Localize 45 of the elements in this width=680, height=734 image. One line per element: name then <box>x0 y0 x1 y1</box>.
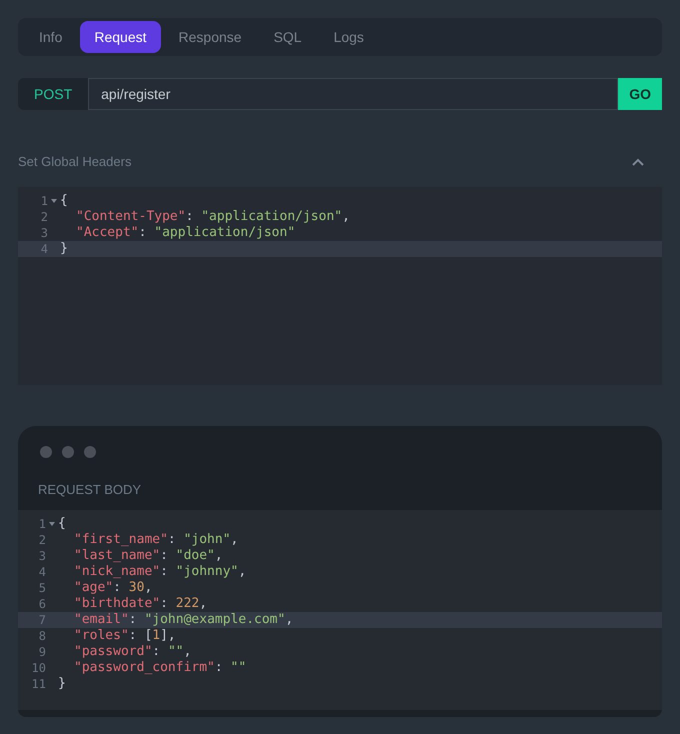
line-number: 2 <box>40 209 48 225</box>
method-label[interactable]: POST <box>18 78 88 110</box>
fold-caret-icon[interactable] <box>51 199 57 203</box>
line-number: 6 <box>38 596 46 612</box>
code-line: "age": 30, <box>73 580 152 596</box>
section-title: REQUEST BODY <box>37 481 142 499</box>
chevron-icon[interactable] <box>632 158 644 166</box>
line-number: 8 <box>38 628 46 644</box>
code-line: "password": "", <box>73 644 192 660</box>
tab[interactable]: Logs <box>320 21 378 53</box>
code-editor[interactable] <box>18 510 662 710</box>
code-editor[interactable]: 1 { 2 "Content-Type": "application/json", 3 "Accept": "application/json" 4 } <box>18 187 662 385</box>
code-line: { <box>58 516 66 532</box>
line-number: 11 <box>32 676 46 692</box>
code-line: "first_name": "john", <box>73 532 238 548</box>
line-number: 7 <box>38 612 46 628</box>
code-line: "Content-Type": "application/json", <box>75 209 350 225</box>
tab[interactable]: Response <box>164 21 256 53</box>
code-line: "Accept": "application/json" <box>75 225 296 241</box>
tab[interactable]: Info <box>25 21 76 53</box>
code-line: "email": "john@example.com", <box>73 612 294 628</box>
url-input[interactable]: api/register <box>88 78 618 110</box>
code-line: { <box>60 193 68 209</box>
line-number: 3 <box>38 548 46 564</box>
line-number: 10 <box>32 660 46 676</box>
code-line: } <box>60 241 68 257</box>
fold-caret-icon[interactable] <box>49 522 55 526</box>
section-title: Set Global Headers <box>18 153 132 172</box>
line-number: 3 <box>40 225 48 241</box>
line-number: 5 <box>38 580 46 596</box>
tab[interactable]: Request <box>80 21 161 53</box>
line-number: 4 <box>40 241 48 257</box>
tab[interactable]: SQL <box>260 21 316 53</box>
code-line: "last_name": "doe", <box>73 548 223 564</box>
line-number: 4 <box>38 564 46 580</box>
line-number: 1 <box>38 516 46 532</box>
code-line: } <box>58 676 66 692</box>
line-number: 1 <box>40 193 48 209</box>
go-button[interactable]: GO <box>618 78 662 110</box>
line-number: 2 <box>38 532 46 548</box>
line-number: 9 <box>38 644 46 660</box>
code-line: "password_confirm": "" <box>73 660 246 676</box>
code-line: "nick_name": "johnny", <box>73 564 246 580</box>
code-line: "roles": [1], <box>73 628 176 644</box>
code-line: "birthdate": 222, <box>73 596 208 612</box>
